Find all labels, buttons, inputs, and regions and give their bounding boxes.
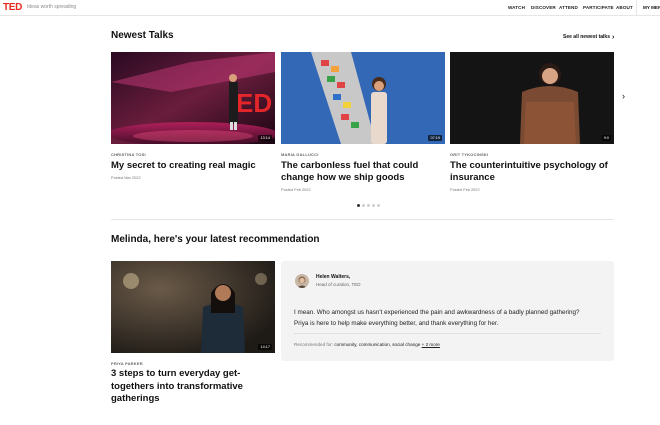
duration-badge: 9:0 bbox=[601, 135, 611, 141]
recommended-talk-title-link[interactable]: 3 steps to turn everyday get-togethers i… bbox=[111, 368, 271, 406]
nav-watch[interactable]: WATCH bbox=[508, 5, 525, 10]
talk-posted-date: Posted Feb 2022 bbox=[450, 187, 480, 192]
duration-badge: 14:17 bbox=[258, 344, 272, 350]
card-divider bbox=[294, 333, 601, 334]
chevron-right-icon: › bbox=[611, 33, 615, 41]
curator-quote: I mean. Who amongst us hasn't experience… bbox=[294, 309, 580, 327]
talk-posted-date: Posted Mar 2022 bbox=[111, 175, 141, 180]
recommended-for-label: Recommended for: bbox=[294, 342, 334, 347]
svg-text:ED: ED bbox=[236, 88, 272, 118]
newest-talks-heading: Newest Talks bbox=[111, 30, 174, 41]
ship-image bbox=[281, 52, 445, 144]
curator-note-card: Helen Walters, Head of curation, TED I m… bbox=[281, 261, 614, 361]
nav-discover[interactable]: DISCOVER bbox=[531, 5, 556, 10]
talk-thumbnail[interactable]: ED 13:14 bbox=[111, 52, 275, 144]
talk-title-link[interactable]: The carbonless fuel that could change ho… bbox=[281, 160, 451, 184]
speaker-image bbox=[450, 52, 614, 144]
carousel-pagination bbox=[357, 204, 380, 207]
curator-avatar-image bbox=[295, 274, 309, 288]
section-divider bbox=[111, 219, 614, 220]
talk-posted-date: Posted Feb 2022 bbox=[281, 187, 311, 192]
talk-thumbnail[interactable]: 9:0 bbox=[450, 52, 614, 144]
tagline: Ideas worth spreading bbox=[27, 4, 77, 10]
nav-attend[interactable]: ATTEND bbox=[559, 5, 578, 10]
curator-role: Head of curation, TED bbox=[316, 282, 361, 287]
talk-speaker: MARIA GALLUCCI bbox=[281, 152, 319, 157]
recommendation-heading: Melinda, here's your latest recommendati… bbox=[111, 234, 320, 245]
stage-image: ED bbox=[111, 52, 275, 144]
curator-name: Helen Walters, bbox=[316, 274, 351, 280]
carousel-dot[interactable] bbox=[377, 204, 380, 207]
recommended-for-line: Recommended for: community, communicatio… bbox=[294, 342, 440, 347]
nav-participate[interactable]: PARTICIPATE bbox=[583, 5, 614, 10]
speaker-image bbox=[111, 261, 275, 353]
nav-about[interactable]: ABOUT bbox=[616, 5, 633, 10]
avatar bbox=[295, 274, 309, 288]
top-navigation-bar: TED Ideas worth spreading WATCH DISCOVER… bbox=[0, 0, 660, 16]
recommended-talk-thumbnail[interactable]: 14:17 bbox=[111, 261, 275, 353]
talk-speaker: PRIYA PARKER bbox=[111, 361, 143, 366]
carousel-dot[interactable] bbox=[372, 204, 375, 207]
my-menu-button[interactable]: MY MENU bbox=[636, 0, 660, 16]
carousel-dot[interactable] bbox=[362, 204, 365, 207]
talk-speaker: ORIT TYKOCINSKI bbox=[450, 152, 489, 157]
see-all-label: See all newest talks bbox=[563, 34, 610, 40]
more-tags-link[interactable]: + 2 more bbox=[422, 342, 440, 347]
chevron-right-icon[interactable]: › bbox=[622, 91, 625, 101]
talk-speaker: CHRISTINA TOSI bbox=[111, 152, 146, 157]
see-all-newest-link[interactable]: See all newest talks › bbox=[563, 33, 615, 41]
talk-thumbnail[interactable]: 07:19 bbox=[281, 52, 445, 144]
carousel-dot[interactable] bbox=[367, 204, 370, 207]
duration-badge: 13:14 bbox=[258, 135, 272, 141]
ted-logo[interactable]: TED bbox=[3, 2, 22, 13]
carousel-dot[interactable] bbox=[357, 204, 360, 207]
talk-title-link[interactable]: The counterintuitive psychology of insur… bbox=[450, 160, 620, 184]
talk-title-link[interactable]: My secret to creating real magic bbox=[111, 160, 281, 172]
duration-badge: 07:19 bbox=[428, 135, 442, 141]
recommended-tags: community, communication, social change bbox=[334, 342, 421, 347]
